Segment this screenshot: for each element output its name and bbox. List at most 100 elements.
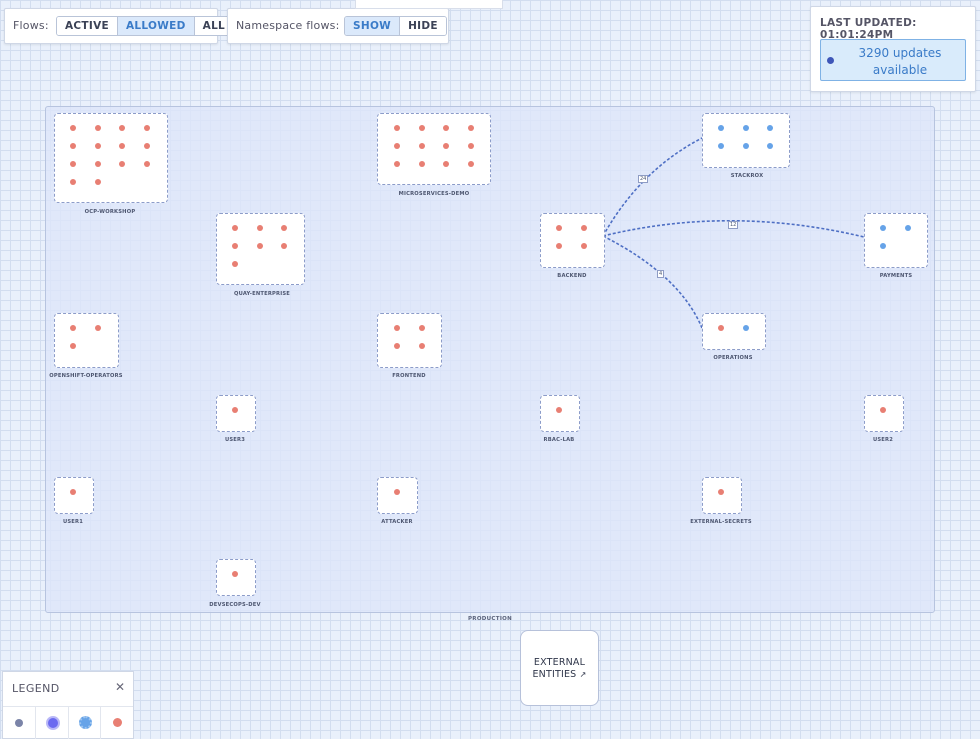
deployment-node[interactable] — [443, 125, 449, 131]
deployment-node[interactable] — [256, 243, 263, 249]
namespace-payments[interactable] — [864, 213, 928, 268]
deployment-node[interactable] — [232, 225, 238, 231]
deployment-node[interactable] — [718, 325, 724, 331]
deployment-node[interactable] — [281, 243, 287, 249]
namespace-stackrox[interactable] — [702, 113, 790, 168]
deployment-node[interactable] — [418, 325, 425, 331]
namespace-devsecops-dev[interactable] — [216, 559, 256, 596]
namespace-user1[interactable] — [54, 477, 94, 514]
deployment-node[interactable] — [443, 143, 449, 149]
namespace-external-secrets[interactable] — [702, 477, 742, 514]
namespace-user2[interactable] — [864, 395, 904, 432]
deployment-node[interactable] — [70, 143, 76, 149]
deployment-icon — [15, 719, 23, 727]
deployment-node[interactable] — [394, 325, 400, 331]
edge-label-operations[interactable]: 4 — [657, 270, 665, 278]
namespace-attacker[interactable] — [377, 477, 418, 514]
deployment-node[interactable] — [119, 143, 125, 149]
deployment-node[interactable] — [70, 489, 76, 495]
deployment-node[interactable] — [394, 343, 400, 349]
deployment-node[interactable] — [580, 225, 587, 231]
flows-allowed-button[interactable]: ALLOWED — [118, 17, 195, 35]
deployment-node[interactable] — [94, 179, 101, 185]
deployment-node[interactable] — [119, 125, 125, 131]
deployment-node[interactable] — [418, 343, 425, 349]
updates-available-button[interactable]: 3290 updates available — [820, 39, 966, 81]
namespace-quay-enterprise[interactable] — [216, 213, 305, 285]
namespace-rbac-lab[interactable] — [540, 395, 580, 432]
namespace-operations[interactable] — [702, 313, 766, 350]
deployment-node[interactable] — [94, 325, 101, 331]
deployment-node[interactable] — [580, 243, 587, 249]
namespace-microservices-demo[interactable] — [377, 113, 491, 185]
deployment-node[interactable] — [880, 407, 886, 413]
deployment-node[interactable] — [232, 407, 238, 413]
deployment-node[interactable] — [232, 261, 238, 267]
legend-item-active-deployment[interactable] — [36, 707, 69, 739]
deployment-node[interactable] — [718, 125, 724, 131]
deployment-node[interactable] — [70, 179, 76, 185]
active-deployment-icon — [45, 716, 60, 730]
namespace-user3[interactable] — [216, 395, 256, 432]
deployment-node[interactable] — [718, 143, 724, 149]
deployment-node[interactable] — [467, 161, 474, 167]
deployment-node[interactable] — [70, 343, 76, 349]
namespace-label-microservices-demo: MICROSERVICES-DEMO — [398, 191, 470, 197]
namespace-backend[interactable] — [540, 213, 605, 268]
deployment-node[interactable] — [232, 243, 238, 249]
deployment-node[interactable] — [94, 161, 101, 167]
deployment-node[interactable] — [232, 571, 238, 577]
legend-item-allowed-deployment[interactable] — [69, 707, 102, 739]
legend-item-non-isolated-deployment[interactable] — [101, 707, 133, 739]
edge-label-payments[interactable]: 12 — [728, 221, 739, 229]
deployment-node[interactable] — [742, 125, 749, 131]
top-search-stub — [355, 0, 503, 9]
deployment-node[interactable] — [418, 143, 425, 149]
deployment-node[interactable] — [94, 143, 101, 149]
external-entities-node[interactable]: EXTERNAL ENTITIES ↗ — [520, 630, 599, 706]
deployment-node[interactable] — [394, 125, 400, 131]
deployment-node[interactable] — [443, 161, 449, 167]
deployment-node[interactable] — [70, 161, 76, 167]
namespace-hide-button[interactable]: HIDE — [400, 17, 446, 35]
deployment-node[interactable] — [143, 161, 150, 167]
namespace-openshift-operators[interactable] — [54, 313, 119, 368]
deployment-node[interactable] — [143, 143, 150, 149]
deployment-node[interactable] — [880, 225, 886, 231]
deployment-node[interactable] — [767, 125, 773, 131]
deployment-node[interactable] — [281, 225, 287, 231]
deployment-node[interactable] — [904, 225, 911, 231]
deployment-node[interactable] — [467, 125, 474, 131]
deployment-node[interactable] — [256, 225, 263, 231]
deployment-node[interactable] — [767, 143, 773, 149]
deployment-node[interactable] — [70, 325, 76, 331]
deployment-node[interactable] — [394, 143, 400, 149]
deployment-node[interactable] — [467, 143, 474, 149]
deployment-node[interactable] — [418, 125, 425, 131]
deployment-node[interactable] — [556, 225, 562, 231]
legend-panel: LEGEND ✕ — [2, 671, 134, 739]
flows-button-group: ACTIVE ALLOWED ALL — [56, 16, 235, 36]
close-icon[interactable]: ✕ — [115, 680, 125, 694]
namespace-show-button[interactable]: SHOW — [345, 17, 401, 35]
deployment-node[interactable] — [742, 325, 749, 331]
namespace-label-user2: USER2 — [872, 437, 894, 443]
deployment-node[interactable] — [119, 161, 125, 167]
namespace-frontend[interactable] — [377, 313, 442, 368]
deployment-node[interactable] — [394, 161, 400, 167]
deployment-node[interactable] — [556, 407, 562, 413]
deployment-node[interactable] — [742, 143, 749, 149]
deployment-node[interactable] — [94, 125, 101, 131]
deployment-node[interactable] — [394, 489, 400, 495]
edge-label-stackrox[interactable]: 24 — [638, 175, 649, 183]
deployment-node[interactable] — [556, 243, 562, 249]
deployment-node[interactable] — [418, 161, 425, 167]
deployment-node[interactable] — [70, 125, 76, 131]
deployment-node[interactable] — [718, 489, 724, 495]
namespace-label-devsecops-dev: DEVSECOPS-DEV — [209, 602, 261, 608]
legend-title: LEGEND — [12, 682, 60, 695]
flows-active-button[interactable]: ACTIVE — [57, 17, 118, 35]
deployment-node[interactable] — [143, 125, 150, 131]
legend-item-deployment[interactable] — [3, 707, 36, 739]
deployment-node[interactable] — [880, 243, 886, 249]
